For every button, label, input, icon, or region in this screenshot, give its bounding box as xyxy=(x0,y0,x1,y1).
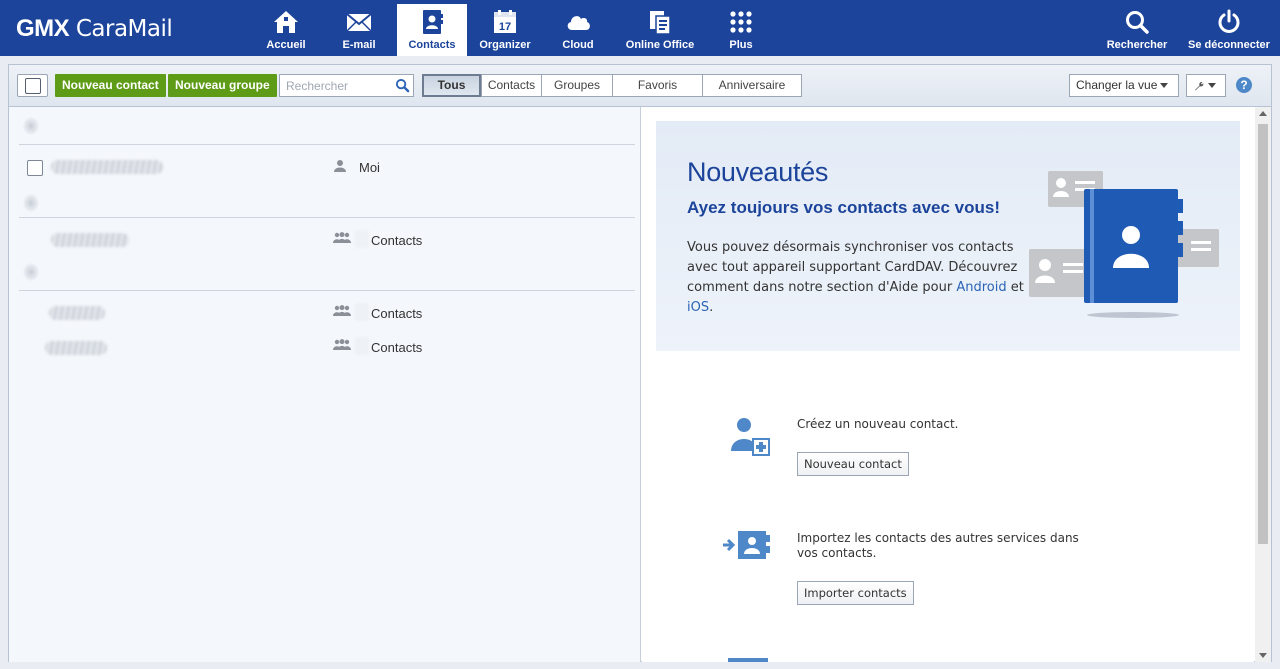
divider xyxy=(19,144,635,145)
section-letter-blurred xyxy=(23,194,39,212)
search-input[interactable] xyxy=(280,75,390,96)
nav-label: Cloud xyxy=(562,39,594,51)
address-book-illustration xyxy=(1029,171,1219,318)
power-icon xyxy=(1218,9,1240,33)
nav-label: E-mail xyxy=(342,39,376,51)
calendar-icon: 17 xyxy=(494,10,516,33)
settings-dropdown[interactable] xyxy=(1186,74,1226,97)
row-checkbox[interactable] xyxy=(27,160,43,176)
nav-search[interactable]: Rechercher xyxy=(1101,4,1173,56)
android-link[interactable]: Android xyxy=(956,280,1006,295)
news-banner: Nouveautés Ayez toujours vos contacts av… xyxy=(656,121,1240,351)
cut-off-icon xyxy=(728,658,768,662)
contact-name-blurred xyxy=(51,233,129,247)
logo-brand: GMX xyxy=(16,15,70,42)
documents-icon xyxy=(650,11,671,35)
filter-contacts[interactable]: Contacts xyxy=(481,74,542,97)
news-text: Vous pouvez désormais synchroniser vos c… xyxy=(687,238,1037,318)
redacted-mark xyxy=(355,303,369,321)
new-group-button[interactable]: Nouveau groupe xyxy=(168,74,277,97)
filter-groups[interactable]: Groupes xyxy=(541,74,613,97)
envelope-icon xyxy=(346,13,372,32)
group-icon xyxy=(333,305,351,316)
import-contacts-icon xyxy=(723,531,770,559)
change-view-dropdown[interactable]: Changer la vue xyxy=(1069,74,1179,97)
news-text-part: . xyxy=(709,300,714,315)
news-title: Nouveautés xyxy=(687,157,829,187)
contact-search xyxy=(279,74,414,97)
chevron-down-icon xyxy=(1160,83,1169,89)
contact-label: Moi xyxy=(359,160,380,175)
contact-list: Moi Contacts Contacts Contacts xyxy=(9,107,641,662)
nav-label: Accueil xyxy=(266,39,306,51)
scrollbar-thumb[interactable] xyxy=(1258,124,1268,544)
apps-grid-icon xyxy=(730,11,752,33)
nav-label: Online Office xyxy=(625,39,695,51)
filter-favorites[interactable]: Favoris xyxy=(612,74,703,97)
nav-plus[interactable]: Plus xyxy=(706,4,776,56)
group-label: Contacts xyxy=(371,340,423,355)
nav-label: Se déconnecter xyxy=(1188,39,1270,51)
person-icon xyxy=(334,160,346,172)
scroll-up-arrow-icon[interactable] xyxy=(1259,111,1267,116)
top-navigation-bar: GMX CaraMail Accueil E-mail Contacts 17 … xyxy=(0,0,1280,56)
group-label: Contacts xyxy=(371,233,423,248)
home-icon xyxy=(274,11,298,33)
contacts-panel: Nouveau contact Nouveau groupe Tous Cont… xyxy=(8,64,1272,662)
detail-pane: Nouveautés Ayez toujours vos contacts av… xyxy=(642,107,1254,662)
section-letter-blurred xyxy=(23,263,39,281)
nav-accueil[interactable]: Accueil xyxy=(251,4,321,56)
ios-link[interactable]: iOS xyxy=(687,300,709,315)
import-contacts-button[interactable]: Importer contacts xyxy=(797,581,914,605)
detail-scrollbar[interactable] xyxy=(1255,107,1271,662)
news-text-part: et xyxy=(1006,280,1024,295)
contact-card-icon xyxy=(1029,249,1087,297)
gmx-logo[interactable]: GMX CaraMail xyxy=(16,14,173,44)
add-contact-icon xyxy=(731,418,770,456)
contact-name-blurred xyxy=(51,160,163,174)
nav-label: Plus xyxy=(729,39,753,51)
nav-cloud[interactable]: Cloud xyxy=(543,4,613,56)
chevron-down-icon xyxy=(1208,83,1216,89)
change-view-label: Changer la vue xyxy=(1076,78,1158,92)
nav-organizer[interactable]: 17 Organizer xyxy=(470,4,540,56)
address-book-icon xyxy=(423,10,443,34)
group-label: Contacts xyxy=(371,306,423,321)
scroll-down-arrow-icon[interactable] xyxy=(1259,653,1267,658)
contact-name-blurred xyxy=(45,341,107,355)
news-subtitle: Ayez toujours vos contacts avec vous! xyxy=(687,198,1001,217)
filter-birthdays[interactable]: Anniversaire xyxy=(702,74,802,97)
cloud-icon xyxy=(567,16,590,30)
search-icon[interactable] xyxy=(395,78,410,93)
contacts-toolbar: Nouveau contact Nouveau groupe Tous Cont… xyxy=(9,65,1271,107)
filter-all[interactable]: Tous xyxy=(422,74,481,97)
search-icon xyxy=(1126,11,1149,34)
redacted-mark xyxy=(355,337,369,355)
section-letter-blurred xyxy=(23,117,39,135)
divider xyxy=(19,217,635,218)
contact-name-blurred xyxy=(49,306,105,320)
create-contact-button[interactable]: Nouveau contact xyxy=(797,452,909,476)
checkbox-box xyxy=(25,78,41,94)
nav-logout[interactable]: Se déconnecter xyxy=(1186,4,1272,56)
nav-label: Organizer xyxy=(479,39,531,51)
logo-product: CaraMail xyxy=(75,16,173,42)
nav-contacts[interactable]: Contacts xyxy=(397,4,467,56)
group-icon xyxy=(333,232,351,243)
create-contact-text: Créez un nouveau contact. xyxy=(797,417,959,431)
new-contact-button[interactable]: Nouveau contact xyxy=(55,74,166,97)
help-icon[interactable]: ? xyxy=(1236,77,1252,93)
calendar-day: 17 xyxy=(499,21,511,33)
nav-email[interactable]: E-mail xyxy=(324,4,394,56)
divider xyxy=(19,290,635,291)
nav-label: Rechercher xyxy=(1106,39,1168,51)
import-contacts-text: Importez les contacts des autres service… xyxy=(797,531,1079,560)
group-icon xyxy=(333,339,351,350)
select-all-checkbox[interactable] xyxy=(17,74,48,97)
nav-label: Contacts xyxy=(408,39,456,51)
redacted-mark xyxy=(355,230,369,248)
wrench-icon xyxy=(1195,81,1204,91)
nav-online-office[interactable]: Online Office xyxy=(621,4,699,56)
